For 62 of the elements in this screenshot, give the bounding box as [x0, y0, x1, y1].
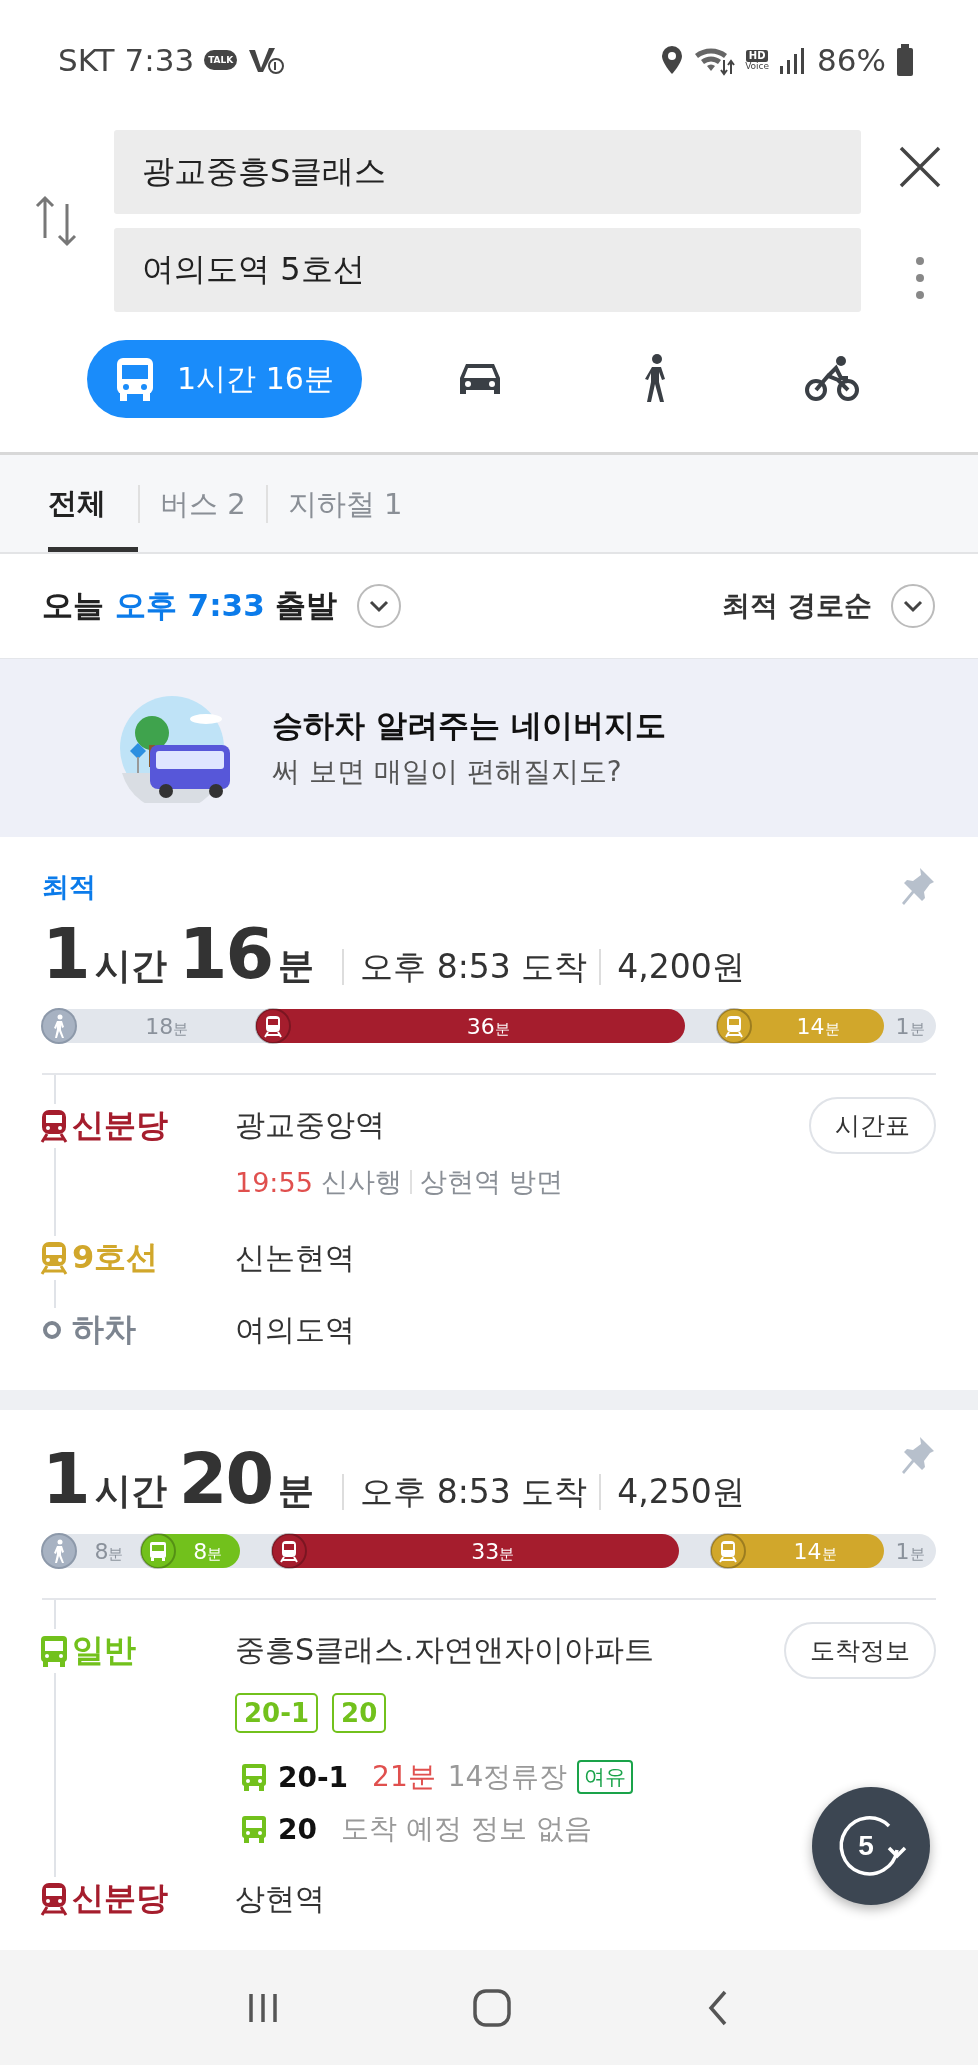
location-icon — [661, 45, 684, 75]
segment-duration: 14분 — [795, 1013, 841, 1039]
carrier-name: SKT — [58, 42, 115, 78]
promo-banner[interactable]: 승하차 알려주는 네이버지도 써 보면 매일이 편해질지도? — [0, 659, 978, 837]
station-name: 광교중앙역 — [235, 1106, 385, 1144]
battery-percent: 86% — [817, 42, 886, 78]
arrival-info: 도착 예정 정보 없음 — [340, 1811, 592, 1847]
best-route-label: 최적 — [42, 870, 96, 904]
bus-icon — [240, 1762, 268, 1792]
total-duration: 1 시간 20 분 — [42, 1438, 316, 1520]
refresh-button[interactable]: 5 — [812, 1787, 930, 1905]
line-label: 9호선 — [72, 1237, 159, 1278]
total-duration: 1 시간 16 분 — [42, 913, 316, 995]
origin-field[interactable]: 광교중흥S클래스 — [114, 130, 861, 214]
walk-icon — [41, 1533, 77, 1569]
fare: 4,250원 — [599, 1474, 757, 1510]
segment-duration: 14분 — [792, 1538, 838, 1564]
arrival-time: 오후 8:53 도착 — [342, 1474, 600, 1510]
bus-icon — [115, 356, 156, 402]
segment-duration: 8분 — [93, 1538, 125, 1564]
walk-icon — [41, 1008, 77, 1044]
banner-subtitle: 써 보면 매일이 편해질지도? — [272, 754, 623, 790]
more-options-icon[interactable] — [914, 256, 925, 300]
station-name: 상현역 — [235, 1879, 325, 1918]
line-label: 일반 — [72, 1629, 136, 1671]
crowding-tag: 여유 — [577, 1760, 634, 1794]
close-icon[interactable] — [898, 146, 941, 188]
fare: 4,200원 — [599, 949, 757, 985]
bus-number: 20-1 — [278, 1760, 349, 1794]
segment-duration: 8분 — [192, 1538, 224, 1564]
arrival-minutes: 21분 — [372, 1759, 436, 1795]
bus-number: 20 — [278, 1812, 317, 1846]
arrival-info-button[interactable]: 도착정보 — [784, 1622, 936, 1679]
sort-option[interactable]: 최적 경로순 — [722, 587, 872, 625]
status-time: 7:33 — [124, 42, 195, 78]
bus-icon — [240, 1814, 268, 1844]
arrival-time: 오후 8:53 도착 — [342, 949, 600, 985]
stops-remaining: 14정류장 — [447, 1759, 568, 1795]
battery-icon — [896, 44, 914, 76]
departure-time: 오늘 오후 7:33 출발 — [42, 586, 338, 625]
home-icon[interactable] — [472, 1987, 512, 2028]
banner-title: 승하차 알려주는 네이버지도 — [272, 706, 666, 745]
swap-icon[interactable] — [35, 194, 79, 248]
station-name: 중흥S클래스.자연앤자이아파트 — [235, 1631, 654, 1669]
destination-field[interactable]: 여의도역 5호선 — [114, 228, 861, 312]
segment-duration: 1분 — [894, 1013, 926, 1039]
bike-icon — [805, 356, 859, 402]
station-name: 여의도역 — [235, 1310, 355, 1349]
train-departure-info: 19:55 신사행 상현역 방면 — [235, 1165, 565, 1200]
segment-duration: 18분 — [144, 1013, 190, 1039]
route-filter-tab[interactable]: 전체 — [48, 455, 138, 552]
dropdown-icon[interactable] — [890, 583, 936, 629]
station-name: 신논현역 — [235, 1238, 355, 1277]
timetable-button[interactable]: 시간표 — [809, 1097, 936, 1154]
dropdown-icon[interactable] — [355, 583, 402, 629]
segment-duration: 36분 — [465, 1013, 511, 1039]
segment-duration: 33분 — [470, 1538, 516, 1564]
line-label: 신분당 — [72, 1878, 168, 1919]
line-label: 신분당 — [72, 1104, 168, 1146]
alight-label: 하차 — [72, 1309, 136, 1350]
segment-duration: 1분 — [894, 1538, 926, 1564]
chat-notification-icon: TALK — [204, 50, 238, 70]
